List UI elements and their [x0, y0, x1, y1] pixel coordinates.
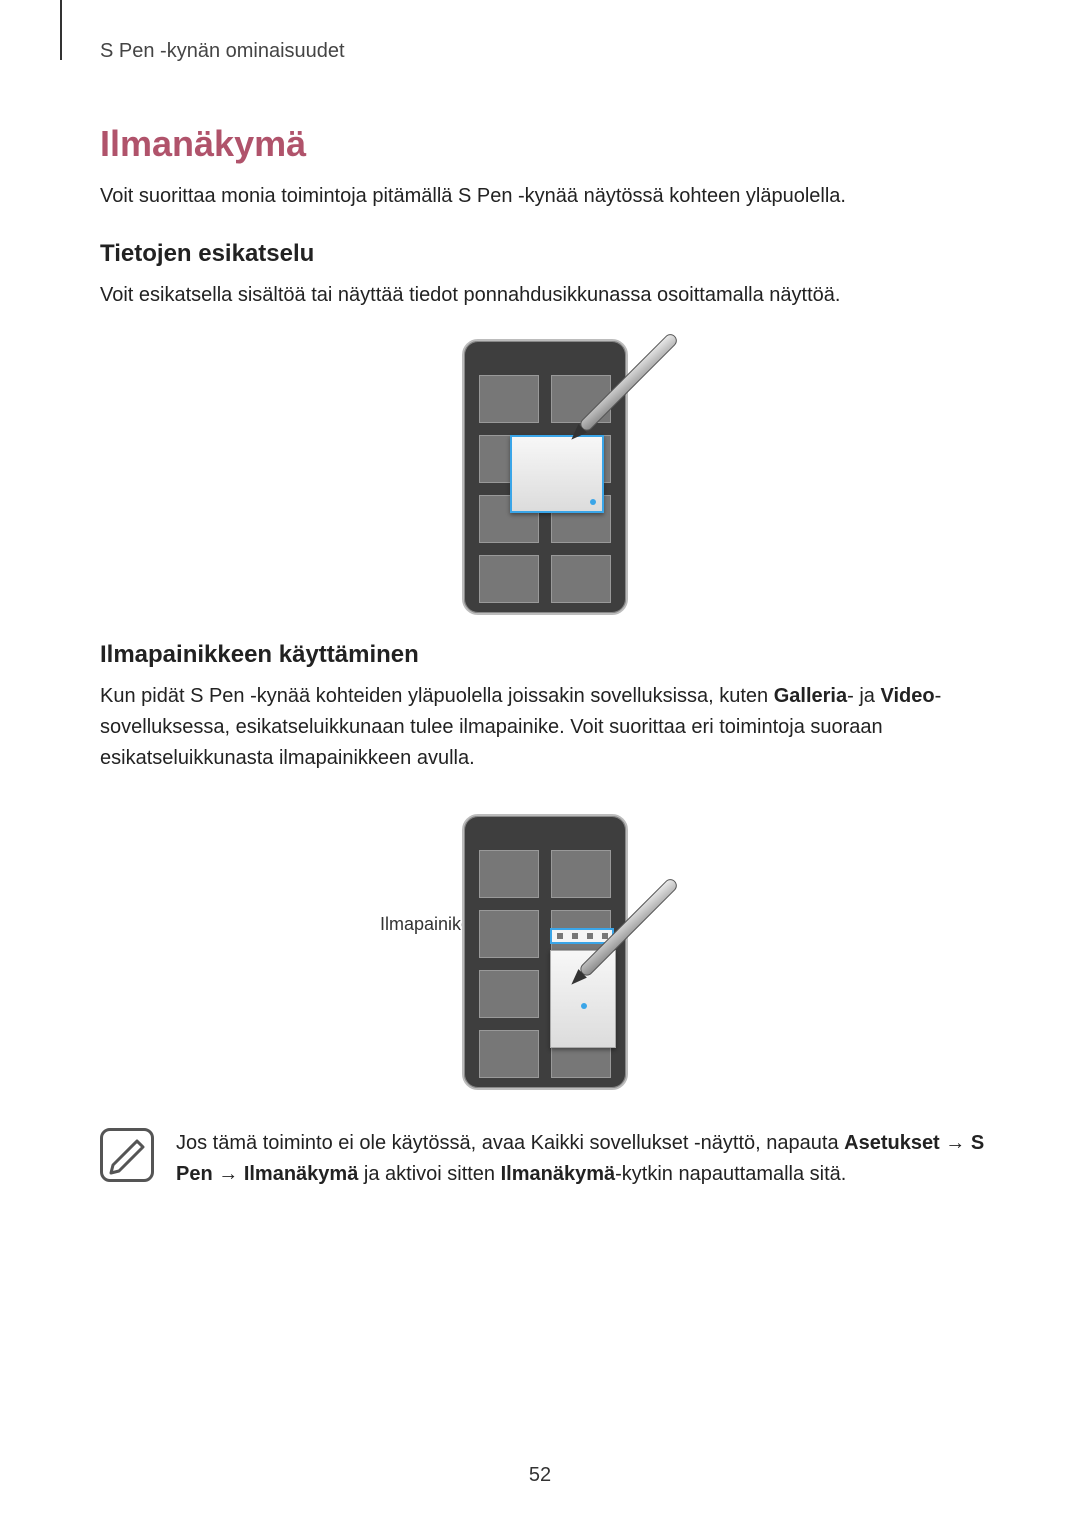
subheading-preview: Tietojen esikatselu — [100, 240, 990, 268]
section-label: S Pen -kynän ominaisuudet — [100, 40, 990, 63]
note-text: Jos tämä toiminto ei ole käytössä, avaa … — [176, 1128, 990, 1190]
preview-text: Voit esikatsella sisältöä tai näyttää ti… — [100, 280, 990, 311]
hover-preview-popup — [550, 950, 616, 1048]
app-tile — [479, 375, 539, 423]
pen-pointer-dot — [590, 499, 596, 505]
airbutton-text: Kun pidät S Pen -kynää kohteiden yläpuol… — [100, 681, 990, 774]
app-tile — [479, 970, 539, 1018]
air-button-bar — [550, 928, 614, 944]
callout-label: Ilmapainike — [380, 914, 471, 935]
subheading-airbutton: Ilmapainikkeen käyttäminen — [100, 641, 990, 669]
app-tile — [479, 555, 539, 603]
note-icon — [100, 1128, 154, 1182]
page-number: 52 — [0, 1464, 1080, 1487]
app-tile — [479, 910, 539, 958]
app-tile — [551, 850, 611, 898]
phone-mockup — [462, 339, 628, 615]
app-tile — [551, 375, 611, 423]
hover-preview-popup — [510, 435, 604, 513]
pen-pointer-dot — [581, 1003, 587, 1009]
header-rule — [60, 0, 62, 60]
app-tile — [479, 850, 539, 898]
note-block: Jos tämä toiminto ei ole käytössä, avaa … — [100, 1128, 990, 1190]
intro-text: Voit suorittaa monia toimintoja pitämäll… — [100, 181, 990, 212]
app-tile — [479, 1030, 539, 1078]
illustration-airbutton: Ilmapainike — [100, 802, 990, 1102]
page-title: Ilmanäkymä — [100, 123, 990, 165]
phone-mockup — [462, 814, 628, 1090]
app-tile — [551, 555, 611, 603]
illustration-preview — [100, 339, 990, 615]
